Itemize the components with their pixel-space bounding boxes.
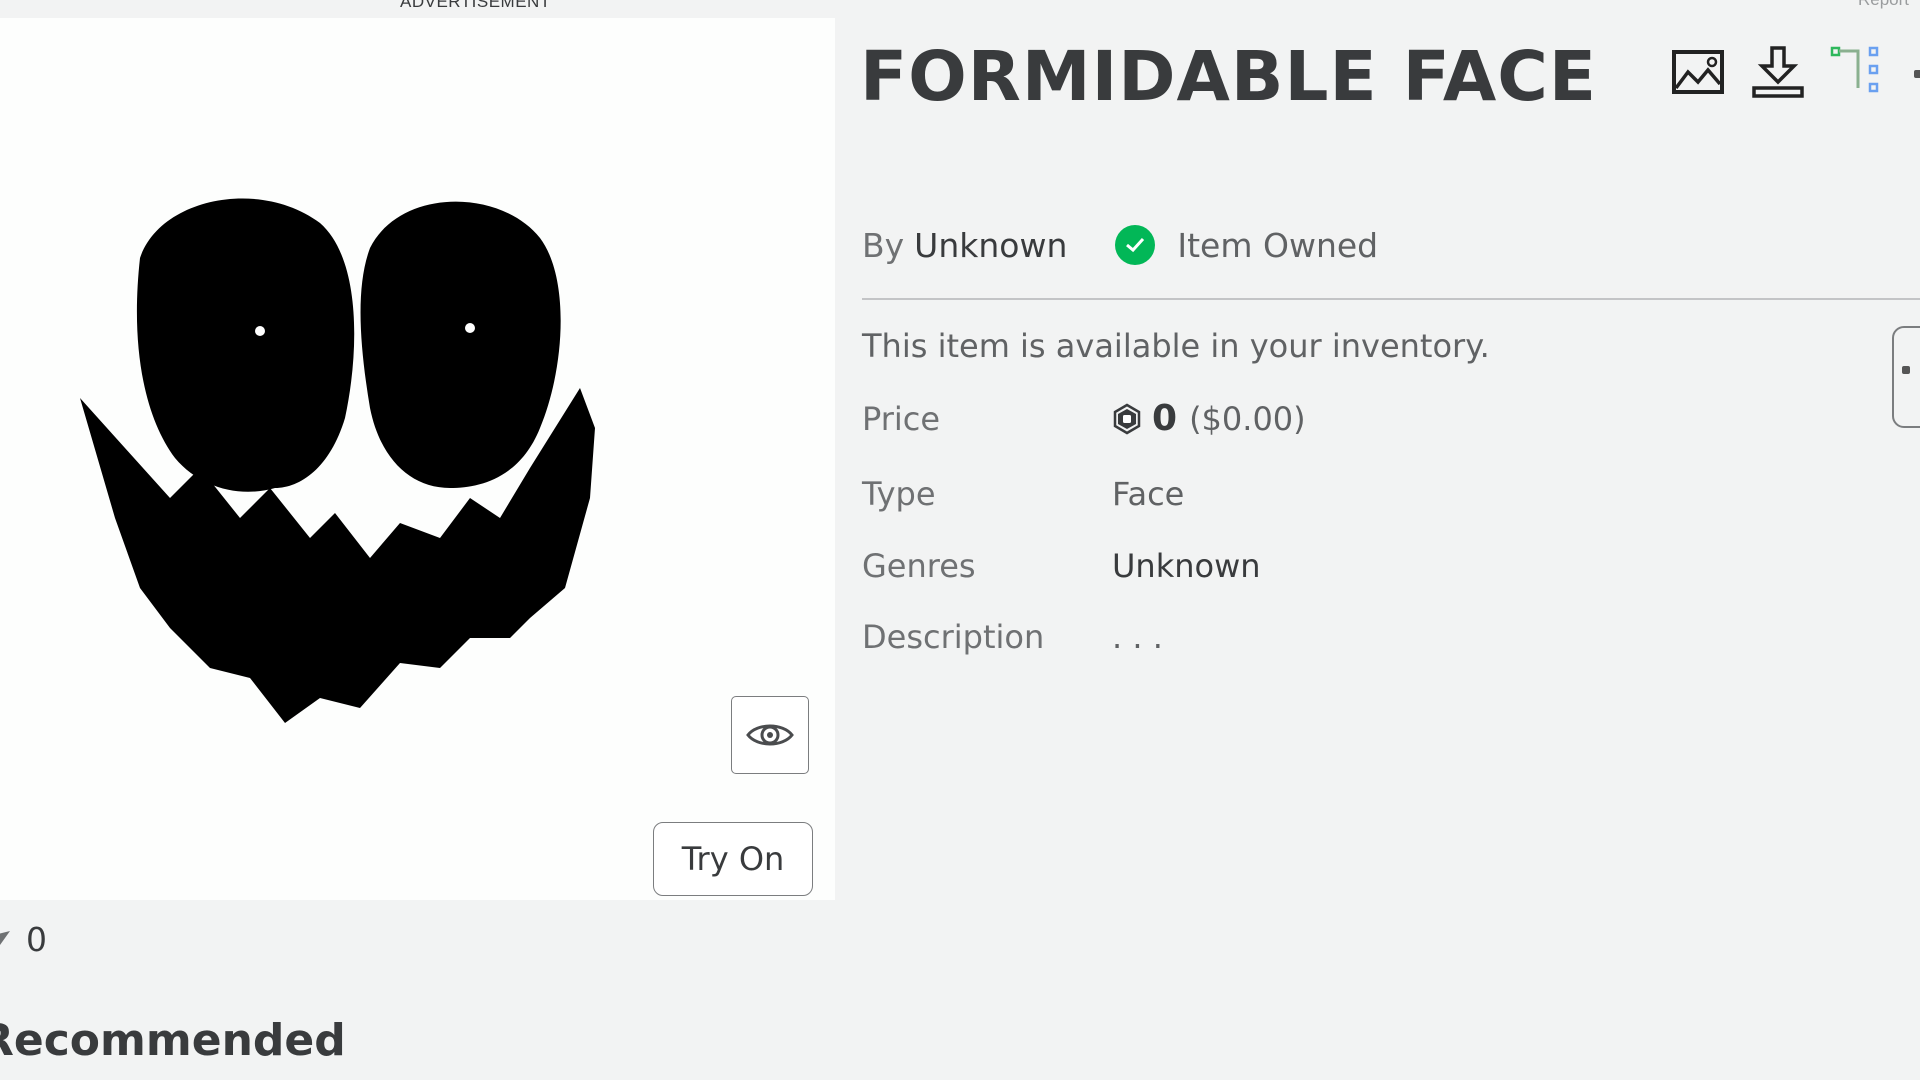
favorite-star-icon[interactable]	[0, 930, 12, 949]
advertisement-label: ADVERTISEMENT	[400, 0, 551, 11]
check-circle-icon	[1115, 225, 1156, 265]
face-thumbnail-image	[80, 198, 595, 723]
hierarchy-icon[interactable]	[1830, 44, 1886, 100]
face-left-eye	[136, 198, 355, 492]
eye-icon	[746, 724, 794, 746]
price-row: Price 0 ($0.00)	[862, 398, 1306, 439]
favorite-row: 0	[0, 920, 47, 959]
description-row: Description . . .	[862, 618, 1163, 656]
type-value: Face	[1112, 475, 1185, 513]
item-byline: By Unknown Item Owned	[862, 225, 1378, 265]
type-row: Type Face	[862, 475, 1184, 513]
robux-amount: 0	[1152, 398, 1178, 439]
genres-value[interactable]: Unknown	[1112, 547, 1261, 585]
type-label: Type	[862, 475, 936, 513]
availability-text: This item is available in your inventory…	[862, 327, 1490, 365]
genres-row: Genres Unknown	[862, 547, 1261, 585]
view-3d-button[interactable]	[731, 696, 809, 774]
price-value: 0 ($0.00)	[1112, 398, 1306, 439]
face-right-eye	[360, 201, 561, 488]
usd-amount: ($0.00)	[1189, 399, 1306, 438]
item-title: FORMIDABLE FACE	[860, 37, 1598, 117]
try-on-button[interactable]: Try On	[653, 822, 813, 896]
price-label: Price	[862, 399, 941, 438]
side-action-button[interactable]	[1892, 326, 1920, 428]
more-options-icon[interactable]	[1914, 70, 1920, 78]
creator-link[interactable]: Unknown	[914, 226, 1067, 265]
side-action-icon	[1902, 366, 1910, 374]
download-icon[interactable]	[1750, 44, 1806, 100]
face-left-pupil	[255, 326, 265, 336]
genres-label: Genres	[862, 547, 976, 585]
image-icon[interactable]	[1670, 44, 1726, 100]
face-right-pupil	[465, 323, 475, 333]
description-label: Description	[862, 618, 1045, 656]
details-divider	[862, 298, 1920, 300]
report-link[interactable]: Report	[1858, 0, 1909, 10]
favorite-count: 0	[26, 920, 47, 959]
by-prefix: By	[862, 225, 905, 265]
recommended-heading: Recommended	[0, 1015, 346, 1066]
owned-label: Item Owned	[1177, 225, 1379, 265]
description-value: . . .	[1112, 618, 1163, 656]
owned-badge: Item Owned	[1115, 225, 1378, 265]
item-thumbnail-panel: Try On	[0, 18, 835, 900]
robux-icon	[1113, 403, 1141, 434]
